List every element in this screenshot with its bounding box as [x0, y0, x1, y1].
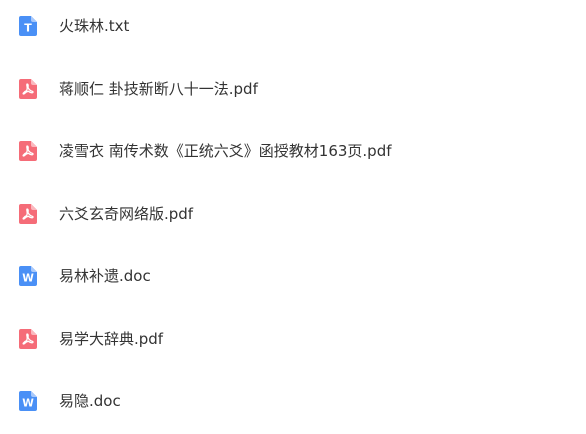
file-name: 易学大辞典.pdf: [59, 330, 164, 348]
file-name: 易林补遗.doc: [59, 267, 151, 285]
pdf-file-icon: [19, 79, 37, 99]
pdf-file-icon: [19, 329, 37, 349]
file-name: 凌雪衣 南传术数《正统六爻》函授教材163页.pdf: [59, 142, 392, 160]
file-row-txt[interactable]: T 火珠林.txt: [0, 6, 586, 46]
file-list: T 火珠林.txt 蒋顺仁 卦技新断八十一法.pdf 凌雪衣 南传术数《正统六爻…: [0, 0, 586, 434]
file-row-pdf[interactable]: 蒋顺仁 卦技新断八十一法.pdf: [0, 69, 586, 109]
word-file-icon: W: [19, 391, 37, 411]
pdf-file-icon: [19, 141, 37, 161]
pdf-file-icon: [19, 204, 37, 224]
file-row-pdf[interactable]: 六爻玄奇网络版.pdf: [0, 194, 586, 234]
word-icon-glyph: W: [22, 273, 34, 285]
word-icon-glyph: W: [22, 398, 34, 410]
file-name: 六爻玄奇网络版.pdf: [59, 205, 194, 223]
file-row-doc[interactable]: W 易林补遗.doc: [0, 256, 586, 296]
file-name: 蒋顺仁 卦技新断八十一法.pdf: [59, 80, 258, 98]
file-name: 火珠林.txt: [59, 17, 130, 35]
file-row-pdf[interactable]: 易学大辞典.pdf: [0, 319, 586, 359]
file-row-doc[interactable]: W 易隐.doc: [0, 381, 586, 421]
txt-icon-glyph: T: [24, 22, 32, 35]
word-file-icon: W: [19, 266, 37, 286]
file-row-pdf[interactable]: 凌雪衣 南传术数《正统六爻》函授教材163页.pdf: [0, 131, 586, 171]
file-name: 易隐.doc: [59, 392, 121, 410]
txt-file-icon: T: [19, 16, 37, 36]
